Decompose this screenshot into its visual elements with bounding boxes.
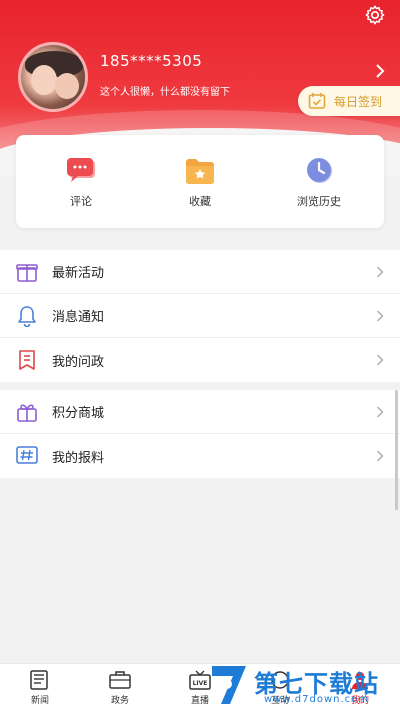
watermark-logo-icon [212,666,246,704]
calendar-check-icon [308,93,326,109]
settings-gear-icon[interactable] [364,4,386,26]
tab-government[interactable]: 政务 [80,664,160,711]
chevron-right-icon [377,406,384,418]
quick-actions-card: 评论 收藏 浏览历史 [16,135,384,228]
bookmark-icon [19,350,35,370]
gift-icon [16,263,38,282]
avatar[interactable] [18,42,88,112]
menu-item-label: 积分商城 [52,406,105,421]
chevron-right-icon [377,354,384,366]
menu-item-label: 我的问政 [52,354,105,370]
chevron-right-icon [377,450,384,462]
watermark-url: www.d7down.com [264,694,370,705]
user-signature: 这个人很懒，什么都没有留下 [100,87,230,98]
menu-item-notifications[interactable]: 消息通知 [0,294,400,338]
folder-star-icon [186,159,214,184]
user-phone[interactable]: 185****5305 [100,52,202,70]
tab-label: 新闻 [30,696,49,706]
comment-icon [67,158,95,182]
quick-favorites[interactable]: 收藏 [145,135,255,228]
bell-icon [18,305,36,327]
menu-list-secondary: 积分商城 我的报料 [0,390,400,478]
svg-text:LIVE: LIVE [193,680,208,687]
chevron-right-icon[interactable] [374,64,386,78]
menu-item-latest-activities[interactable]: 最新活动 [0,250,400,294]
tab-label: 直播 [190,696,209,706]
menu-list-primary: 最新活动 消息通知 我的问政 [0,250,400,382]
quick-comment[interactable]: 评论 [26,135,136,228]
tab-news[interactable]: 新闻 [0,664,80,711]
live-tv-icon: LIVE [189,670,211,690]
menu-item-label: 消息通知 [52,310,105,325]
menu-item-label: 最新活动 [52,266,105,281]
hashtag-icon [16,446,38,464]
menu-item-my-reports[interactable]: 我的报料 [0,434,400,478]
menu-item-my-inquiries[interactable]: 我的问政 [0,338,400,382]
chevron-right-icon [377,310,384,322]
quick-history-label: 浏览历史 [297,195,341,208]
menu-item-label: 我的报料 [52,450,105,466]
scrollbar[interactable] [395,390,398,510]
daily-checkin-button[interactable]: 每日签到 [298,86,400,116]
clock-icon [307,158,332,183]
checkin-label: 每日签到 [334,94,383,109]
watermark: 第七下载站 www.d7down.com [210,662,396,708]
tab-label: 政务 [110,696,129,706]
menu-item-points-mall[interactable]: 积分商城 [0,390,400,434]
gift-box-icon [17,404,37,422]
quick-favorites-label: 收藏 [189,195,211,208]
quick-comment-label: 评论 [70,195,92,208]
news-icon [30,670,48,690]
quick-history[interactable]: 浏览历史 [264,135,374,228]
briefcase-icon [109,671,131,689]
chevron-right-icon [377,266,384,278]
